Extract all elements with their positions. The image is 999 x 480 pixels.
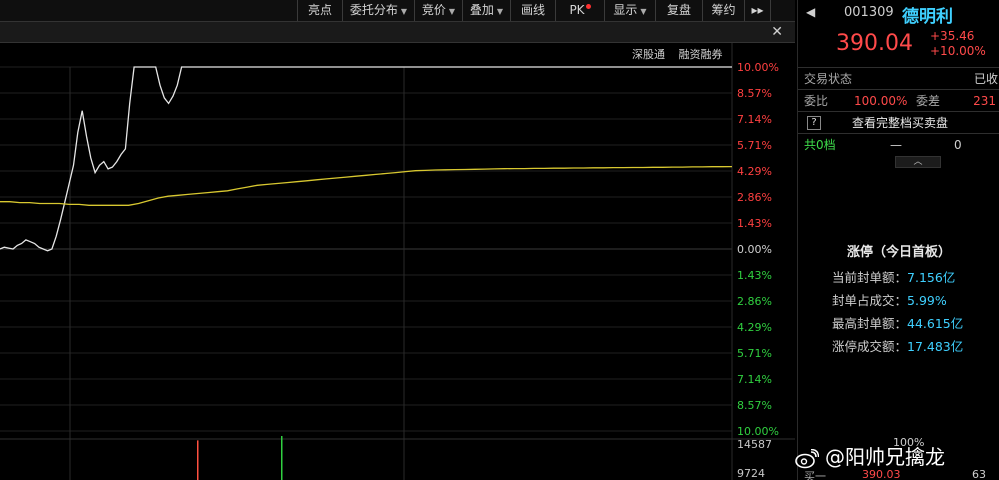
limit-row-key: 涨停成交额： <box>832 339 908 354</box>
toolbar-button-1[interactable]: 委托分布 ▼ <box>342 0 414 21</box>
change-percent: +10.00% <box>930 44 986 58</box>
limit-row-key: 当前封单额： <box>832 270 908 285</box>
axis-label: 4.29% <box>737 165 772 178</box>
limit-row-value: 5.99% <box>907 293 947 308</box>
collapse-left-icon[interactable]: ◀ <box>806 5 815 19</box>
axis-label: 0.00% <box>737 243 772 256</box>
limit-row: 当前封单额：7.156亿 <box>832 267 955 289</box>
levels-dash: — <box>890 138 902 152</box>
chart-toolbar: 亮点 委托分布 ▼ 竞价 ▼ 叠加 ▼ 画线 PK 显示 ▼ 复盘 筹约 ▸▸ <box>0 0 795 21</box>
toolbar-button-label: 竞价 <box>421 3 446 17</box>
toolbar-button-label: 显示 <box>613 3 638 17</box>
axis-label: 1.43% <box>737 217 772 230</box>
toolbar-button-label: 叠加 <box>469 3 494 17</box>
toolbar-button-label: 亮点 <box>307 3 332 17</box>
close-icon[interactable]: ✕ <box>771 24 783 40</box>
levels-row: 共0档 — 0 <box>798 133 999 155</box>
tag-shenguto[interactable]: 深股通 <box>632 48 665 61</box>
wb-row: 委比 100.00% 委差 231 <box>798 89 999 111</box>
caret-down-icon: ▼ <box>400 7 408 16</box>
avg-price-line <box>0 165 733 206</box>
change-value: +35.46 <box>930 29 975 43</box>
pk-dot-icon <box>585 4 591 9</box>
toolbar-button-8[interactable]: 筹约 <box>702 0 744 21</box>
axis-label: 8.57% <box>737 399 772 412</box>
limit-row: 封单占成交：5.99% <box>832 290 947 312</box>
wc-value: 231 <box>973 94 996 108</box>
watermark-text: @阳帅兄擒龙 <box>825 445 945 469</box>
status-label: 交易状态 <box>804 72 853 86</box>
axis-label: 8.57% <box>737 87 772 100</box>
chart-tags: 深股通 融资融券 <box>632 46 733 62</box>
toolbar-button-7[interactable]: 复盘 <box>655 0 702 21</box>
limit-row: 涨停成交额：17.483亿 <box>832 336 963 358</box>
toolbar-button-label: 筹约 <box>711 3 736 17</box>
axis-label: 7.14% <box>737 113 772 126</box>
axis-label: 7.14% <box>737 373 772 386</box>
last-price: 390.04 <box>836 31 913 56</box>
watermark: @阳帅兄擒龙 <box>795 440 999 474</box>
chart-header-bar: ✕ <box>0 21 795 43</box>
limit-row-value: 44.615亿 <box>907 316 964 331</box>
stock-name[interactable]: 德明利 <box>902 2 953 27</box>
axis-label: 10.00% <box>737 425 779 438</box>
limit-up-title: 涨停（今日首板） <box>846 245 951 260</box>
levels-label: 共0档 <box>804 138 836 152</box>
axis-label: 2.86% <box>737 295 772 308</box>
toolbar-button-9[interactable]: ▸▸ <box>744 0 770 21</box>
axis-label: 5.71% <box>737 347 772 360</box>
caret-down-icon: ▼ <box>640 7 647 16</box>
toolbar-button-3[interactable]: 叠加 ▼ <box>462 0 510 21</box>
wc-label: 委差 <box>916 94 941 108</box>
wb-value: 100.00% <box>854 94 908 108</box>
limit-row-value: 17.483亿 <box>907 339 964 354</box>
limit-row-value: 7.156亿 <box>907 270 956 285</box>
axis-label: 10.00% <box>737 61 779 74</box>
limit-row-key: 封单占成交： <box>832 293 908 308</box>
intraday-chart[interactable]: 10.00% 8.57% 7.14% 5.71% 4.29% 2.86% 1.43% 0.00… <box>0 43 795 480</box>
price-change: +35.46 +10.00% <box>930 29 986 59</box>
toolbar-button-label: PK <box>569 3 585 17</box>
toolbar-button-2[interactable]: 竞价 ▼ <box>414 0 462 21</box>
limit-row-key: 最高封单额： <box>832 316 908 331</box>
full-book-row: ? 查看完整档买卖盘 <box>798 111 999 133</box>
tag-margin[interactable]: 融资融券 <box>679 48 723 61</box>
full-book-button[interactable]: 查看完整档买卖盘 <box>852 112 948 134</box>
toolbar-divider <box>770 0 771 21</box>
volume-bar <box>197 440 199 480</box>
toolbar-button-label: 画线 <box>520 3 545 17</box>
caret-down-icon: ▼ <box>448 7 456 16</box>
axis-label: 2.86% <box>737 191 772 204</box>
toolbar-button-0[interactable]: 亮点 <box>297 0 342 21</box>
toolbar-button-label: 复盘 <box>666 3 691 17</box>
help-icon[interactable]: ? <box>807 116 821 130</box>
intraday-chart-svg: 10.00% 8.57% 7.14% 5.71% 4.29% 2.86% 1.43% 0.00… <box>0 43 795 480</box>
wb-label: 委比 <box>804 94 829 108</box>
status-row: 交易状态 已收 <box>798 67 999 89</box>
expand-chevron-icon[interactable]: ︿ <box>895 156 941 168</box>
toolbar-button-4[interactable]: 画线 <box>510 0 555 21</box>
weibo-icon <box>795 448 819 468</box>
volume-bar <box>281 436 283 480</box>
caret-down-icon: ▼ <box>496 7 504 16</box>
toolbar-button-5[interactable]: PK <box>555 0 604 21</box>
axis-label: 4.29% <box>737 321 772 334</box>
axis-label: 5.71% <box>737 139 772 152</box>
volume-axis-label: 14587 <box>737 438 772 451</box>
toolbar-button-label: 委托分布 <box>349 3 398 17</box>
toolbar-button-label: ▸▸ <box>751 3 764 17</box>
stock-code: 001309 <box>844 5 894 20</box>
axis-label: 1.43% <box>737 269 772 282</box>
volume-axis-label: 9724 <box>737 467 765 480</box>
levels-zero: 0 <box>954 138 962 152</box>
toolbar-button-6[interactable]: 显示 ▼ <box>604 0 655 21</box>
quote-panel: ◀ 001309 德明利 390.04 +35.46 +10.00% 交易状态 … <box>797 0 999 480</box>
status-value: 已收 <box>973 72 998 86</box>
limit-row: 最高封单额：44.615亿 <box>832 313 963 335</box>
